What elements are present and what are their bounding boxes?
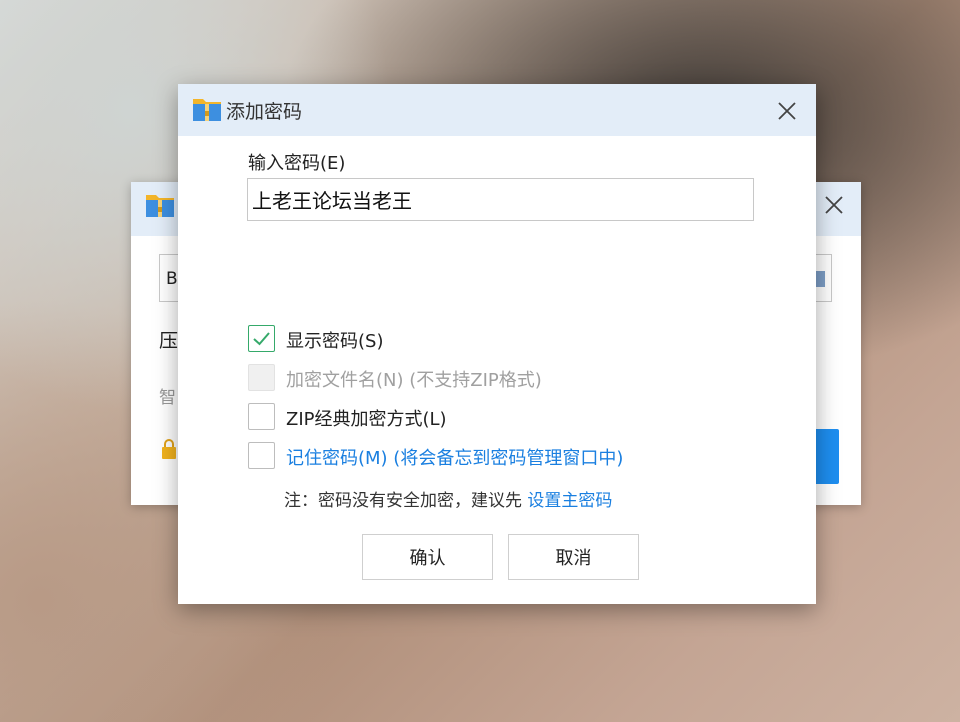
encrypt-filenames-checkbox — [248, 364, 275, 391]
security-note: 注：密码没有安全加密，建议先 设置主密码 — [284, 486, 612, 511]
security-note-text: 注：密码没有安全加密，建议先 — [284, 491, 528, 511]
password-label: 输入密码(E) — [248, 153, 346, 174]
remember-password-label[interactable]: 记住密码(M) (将会备忘到密码管理窗口中) — [286, 444, 623, 470]
folder-zip-icon — [192, 96, 222, 126]
remember-password-checkbox[interactable] — [248, 442, 275, 469]
show-password-label: 显示密码(S) — [286, 331, 384, 352]
close-icon[interactable] — [819, 190, 849, 220]
show-password-checkbox[interactable] — [248, 325, 275, 352]
zip-classic-encryption-label: ZIP经典加密方式(L) — [286, 409, 447, 430]
set-master-password-link[interactable]: 设置主密码 — [527, 491, 612, 511]
confirm-button[interactable]: 确认 — [362, 534, 493, 580]
background-compress-label: 压 — [159, 330, 179, 352]
encrypt-filenames-label: 加密文件名(N) (不支持ZIP格式) — [286, 370, 542, 391]
password-input[interactable] — [247, 178, 754, 221]
checkmark-icon — [253, 332, 270, 346]
add-password-dialog: 添加密码 输入密码(E) 显示密码(S) 加密文件名(N) (不支持ZIP格式)… — [178, 84, 816, 604]
folder-zip-icon — [145, 192, 175, 222]
background-smart-label: 智 — [159, 388, 176, 408]
dialog-titlebar: 添加密码 — [178, 84, 816, 136]
cancel-button[interactable]: 取消 — [508, 534, 639, 580]
close-icon[interactable] — [772, 96, 802, 126]
lock-icon — [161, 438, 177, 464]
zip-classic-encryption-checkbox[interactable] — [248, 403, 275, 430]
background-path-text: B — [166, 269, 178, 289]
dialog-title: 添加密码 — [226, 101, 303, 123]
